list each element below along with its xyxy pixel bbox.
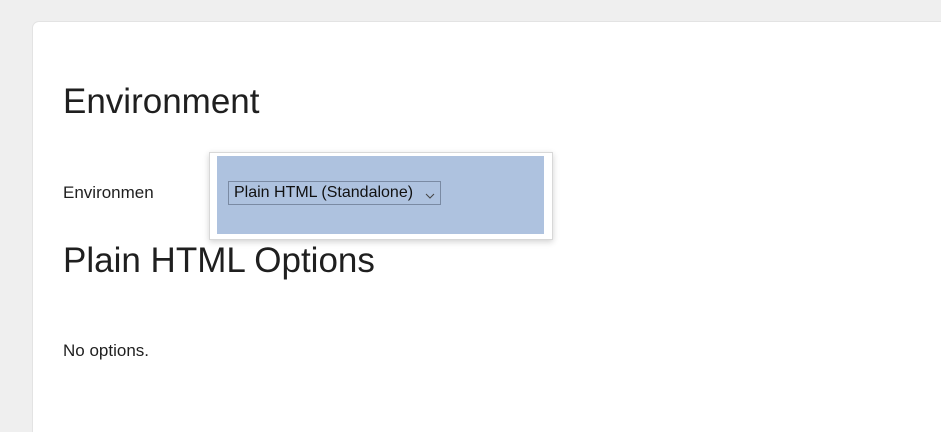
environment-dropdown-popup: Plain HTML (Standalone) xyxy=(209,152,553,240)
no-options-message: No options. xyxy=(63,341,149,360)
environment-heading: Environment xyxy=(63,82,260,121)
environment-select[interactable]: Plain HTML (Standalone) xyxy=(228,181,442,205)
chevron-down-icon xyxy=(425,188,435,199)
environment-select-value: Plain HTML (Standalone) xyxy=(234,184,414,201)
plain-html-options-heading: Plain HTML Options xyxy=(63,241,375,280)
environment-label: Environmen xyxy=(63,183,154,202)
